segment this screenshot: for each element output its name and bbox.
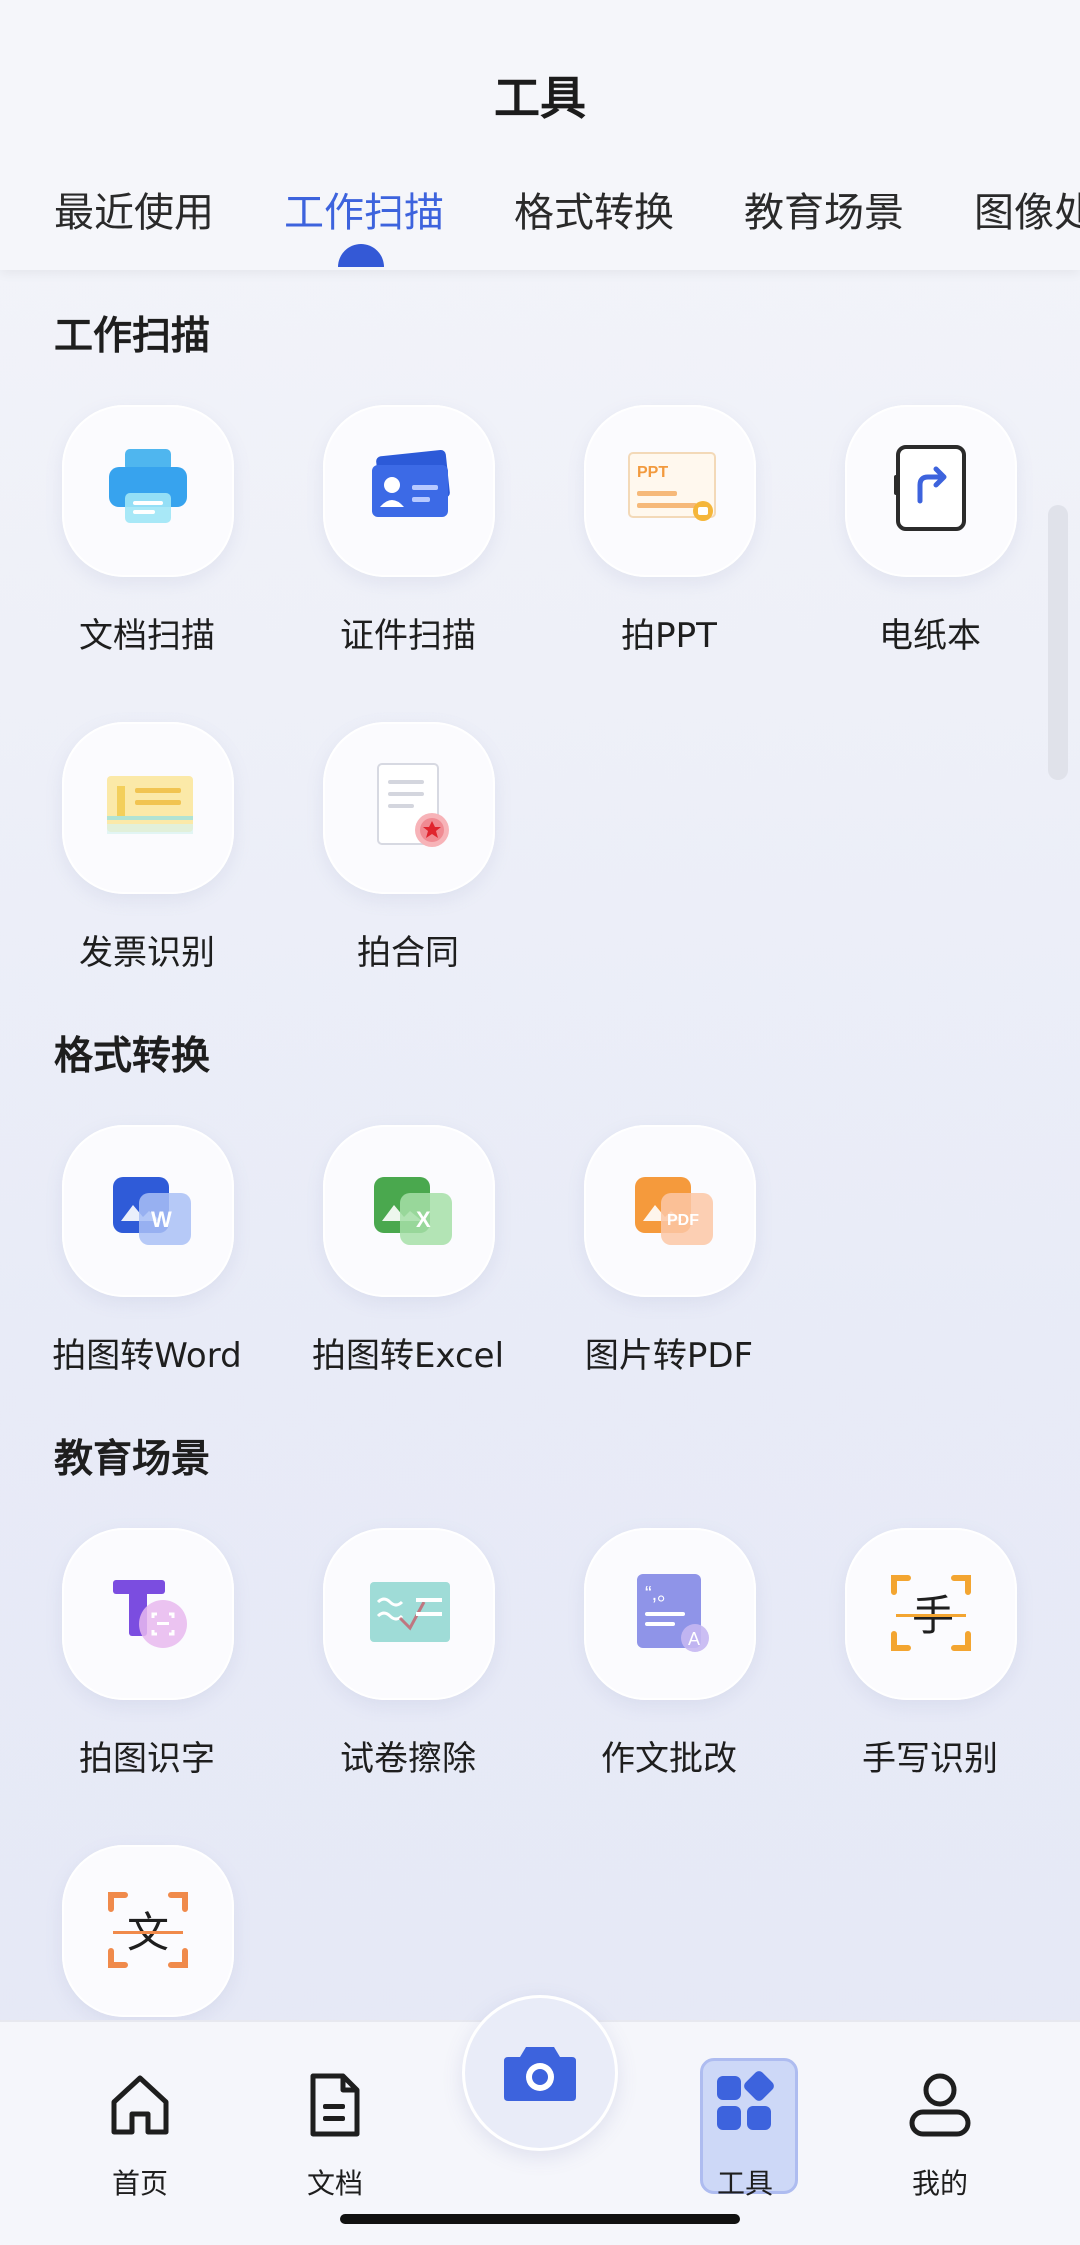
- svg-text:X: X: [416, 1207, 431, 1232]
- tools-icon: [717, 2071, 774, 2130]
- tool-text-recognition[interactable]: 拍图识字: [37, 1528, 257, 1818]
- tool-label: 图片转PDF: [584, 1336, 754, 1376]
- printer-icon: [109, 449, 187, 523]
- nav-label: 文档: [306, 2167, 363, 2200]
- active-tab-indicator: [338, 244, 384, 267]
- tool-label: 拍图转Excel: [311, 1336, 505, 1376]
- tool-label: 拍图识字: [79, 1739, 215, 1779]
- top-header: 工具 最近使用 工作扫描 格式转换 教育场景 图像处: [0, 0, 1080, 270]
- word-icon: W: [113, 1177, 191, 1245]
- document-icon: [310, 2073, 360, 2137]
- tool-image-to-pdf[interactable]: PDF 图片转PDF: [559, 1125, 779, 1415]
- tab-image-processing[interactable]: 图像处: [974, 180, 1080, 238]
- nav-documents[interactable]: 文档: [275, 2062, 395, 2202]
- tab-format-convert[interactable]: 格式转换: [514, 180, 674, 238]
- tool-invoice-recognition[interactable]: 发票识别: [37, 722, 257, 1012]
- section-title-work-scan: 工作扫描: [54, 314, 211, 359]
- section-title-format: 格式转换: [54, 1034, 211, 1079]
- tool-label: 证件扫描: [340, 616, 476, 656]
- translate-icon: 文: [108, 1892, 188, 1968]
- tool-photo-to-excel[interactable]: X 拍图转Excel: [298, 1125, 518, 1415]
- tool-id-scan[interactable]: 证件扫描: [298, 405, 518, 695]
- text-recognize-icon: [113, 1580, 187, 1648]
- tool-handwriting-recognition[interactable]: 手 手写识别: [820, 1528, 1040, 1818]
- tool-label: 发票识别: [79, 933, 215, 973]
- contract-icon: [377, 763, 449, 847]
- user-icon: [909, 2073, 971, 2137]
- tool-photo-to-word[interactable]: W 拍图转Word: [37, 1125, 257, 1415]
- camera-button[interactable]: [462, 1995, 618, 2151]
- category-tabs: 最近使用 工作扫描 格式转换 教育场景 图像处: [0, 180, 1080, 240]
- e-paper-icon: [894, 445, 966, 531]
- excel-icon: X: [374, 1177, 452, 1245]
- tab-education[interactable]: 教育场景: [744, 180, 904, 238]
- svg-text:PDF: PDF: [667, 1212, 699, 1229]
- nav-label: 我的: [911, 2167, 968, 2200]
- nav-tools[interactable]: 工具: [685, 2058, 805, 2202]
- camera-icon: [504, 2047, 576, 2101]
- home-icon: [111, 2075, 169, 2135]
- tool-essay-correction[interactable]: “,。 A 作文批改: [559, 1528, 779, 1818]
- nav-profile[interactable]: 我的: [880, 2062, 1000, 2202]
- tool-label: 电纸本: [879, 616, 981, 656]
- tool-exam-erase[interactable]: 试卷擦除: [298, 1528, 518, 1818]
- svg-text:“,。: “,。: [645, 1583, 677, 1605]
- id-card-icon: [372, 449, 450, 517]
- svg-text:PPT: PPT: [637, 464, 668, 481]
- tool-e-paper[interactable]: 电纸本: [820, 405, 1040, 695]
- tool-label: 文档扫描: [79, 616, 215, 656]
- tool-label: 拍图转Word: [52, 1336, 242, 1376]
- ppt-icon: PPT: [628, 452, 716, 521]
- nav-label: 首页: [111, 2167, 168, 2200]
- page-title: 工具: [494, 71, 586, 125]
- tool-label: 作文批改: [601, 1739, 737, 1779]
- tool-document-scan[interactable]: 文档扫描: [37, 405, 257, 695]
- tool-contract[interactable]: 拍合同: [298, 722, 518, 1012]
- svg-text:A: A: [688, 1629, 700, 1649]
- tool-label: 手写识别: [862, 1739, 998, 1779]
- tab-work-scan[interactable]: 工作扫描: [284, 180, 444, 238]
- tool-label: 拍合同: [357, 933, 459, 973]
- exam-erase-icon: [370, 1582, 450, 1642]
- svg-text:W: W: [151, 1207, 172, 1232]
- nav-home[interactable]: 首页: [80, 2062, 200, 2202]
- tab-recent[interactable]: 最近使用: [54, 180, 214, 238]
- tool-label: 拍PPT: [621, 616, 717, 656]
- nav-label: 工具: [716, 2167, 773, 2200]
- essay-correct-icon: “,。 A: [637, 1574, 709, 1652]
- pdf-icon: PDF: [635, 1177, 713, 1245]
- tool-label: 试卷擦除: [340, 1739, 476, 1779]
- invoice-icon: [107, 776, 193, 834]
- handwriting-icon: 手: [891, 1575, 971, 1651]
- section-title-education: 教育场景: [54, 1437, 211, 1482]
- tool-ppt-capture[interactable]: PPT 拍PPT: [559, 405, 779, 695]
- home-indicator: [340, 2214, 740, 2224]
